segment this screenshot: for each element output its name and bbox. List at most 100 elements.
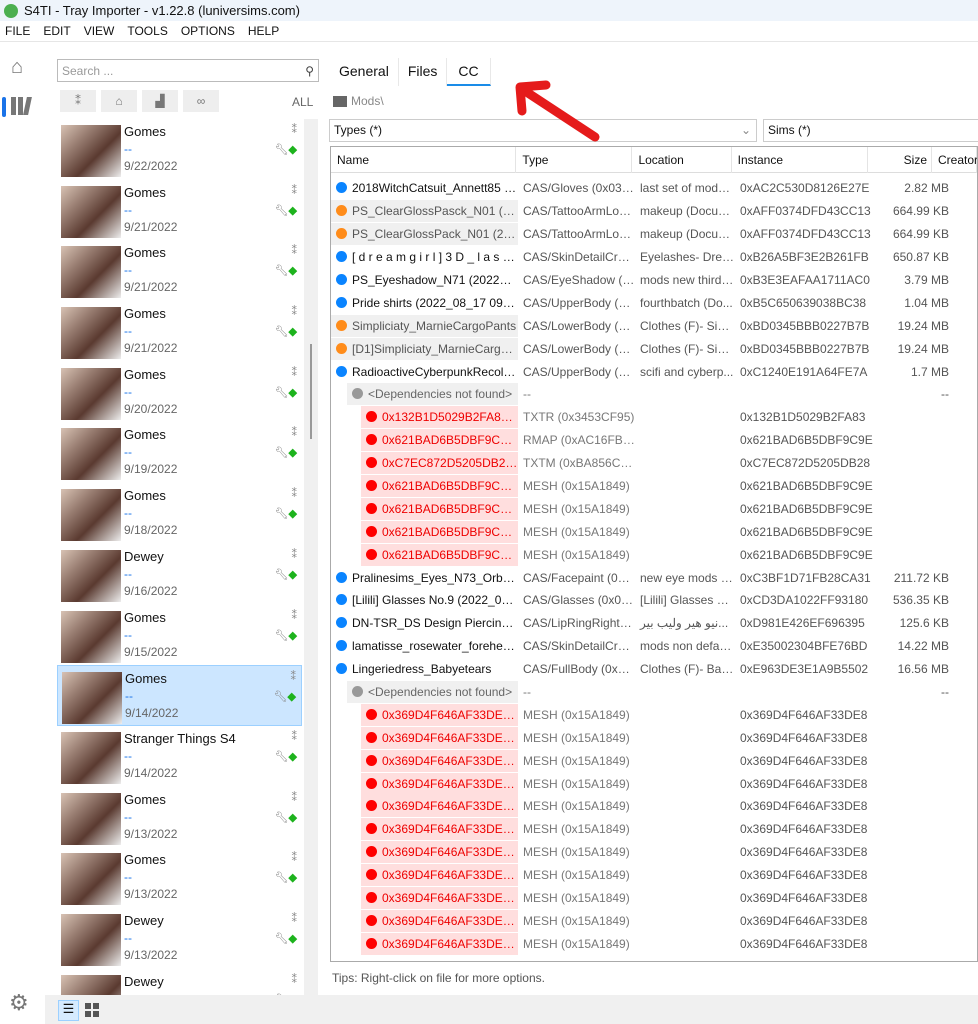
sim-creator[interactable]: --: [124, 445, 132, 459]
sim-creator[interactable]: --: [124, 263, 132, 277]
home-icon[interactable]: ⌂: [11, 57, 31, 77]
settings-gear-icon[interactable]: ⚙: [9, 990, 29, 1016]
sim-list-item[interactable]: Gomes -- 9/15/2022 ⁑ 🔧︎◆: [57, 605, 302, 666]
missing-dependency-row[interactable]: 0x369D4F646AF33DE8.0... MESH (0x15A1849)…: [331, 772, 977, 795]
filter-rooms-button[interactable]: ▟: [142, 90, 178, 112]
tab-cc[interactable]: CC: [447, 58, 491, 86]
sim-list-item[interactable]: Gomes -- 9/18/2022 ⁑ 🔧︎◆: [57, 483, 302, 544]
sim-list-scrollbar[interactable]: [304, 119, 318, 995]
missing-dependency-row[interactable]: 0x621BAD6B5DBF9C9E.... MESH (0x15A1849) …: [331, 497, 977, 520]
sim-list-item[interactable]: Gomes -- 9/19/2022 ⁑ 🔧︎◆: [57, 422, 302, 483]
table-row[interactable]: Pralinesims_Eyes_N73_Orb (20... CAS/Face…: [331, 566, 977, 589]
missing-dependency-row[interactable]: 0x369D4F646AF33DE8.0... MESH (0x15A1849)…: [331, 795, 977, 818]
sim-creator[interactable]: --: [124, 324, 132, 338]
missing-dependency-row[interactable]: 0x621BAD6B5DBF9C9E.... MESH (0x15A1849) …: [331, 475, 977, 498]
sim-list-item[interactable]: Gomes -- 9/21/2022 ⁑ 🔧︎◆: [57, 301, 302, 362]
sim-list-item[interactable]: Gomes -- 9/21/2022 ⁑ 🔧︎◆: [57, 240, 302, 301]
sim-creator[interactable]: --: [124, 567, 132, 581]
sim-creator[interactable]: --: [124, 810, 132, 824]
tab-general[interactable]: General: [330, 58, 399, 86]
sim-list-item[interactable]: Gomes -- 9/20/2022 ⁑ 🔧︎◆: [57, 362, 302, 423]
missing-dependency-row[interactable]: 0x369D4F646AF33DE8.0... MESH (0x15A1849)…: [331, 932, 977, 955]
sims-dropdown[interactable]: Sims (*): [763, 119, 978, 142]
filter-households-button[interactable]: ⁑: [60, 90, 96, 112]
table-row[interactable]: [D1]Simpliciaty_MarnieCargoPa... CAS/Low…: [331, 337, 977, 360]
breadcrumb-path[interactable]: Mods\: [351, 94, 384, 108]
sim-list-item[interactable]: Gomes -- 9/13/2022 ⁑ 🔧︎◆: [57, 847, 302, 908]
sim-creator[interactable]: --: [124, 142, 132, 156]
table-row[interactable]: Simpliciaty_MarnieCargoPants CAS/LowerBo…: [331, 314, 977, 337]
missing-dependency-row[interactable]: 0x621BAD6B5DBF9C9E.... MESH (0x15A1849) …: [331, 520, 977, 543]
table-row[interactable]: PS_ClearGlossPasck_N01 (202... CAS/Tatto…: [331, 200, 977, 223]
missing-dependency-row[interactable]: 0x369D4F646AF33DE8.0... MESH (0x15A1849)…: [331, 749, 977, 772]
sim-list-item[interactable]: Dewey -- 9/13/2022 ⁑ 🔧︎◆: [57, 908, 302, 969]
filter-all-label[interactable]: ALL: [292, 95, 313, 109]
col-location[interactable]: Location: [632, 147, 732, 173]
missing-dependency-row[interactable]: 0x369D4F646AF33DE8.0... MESH (0x15A1849)…: [331, 726, 977, 749]
sim-creator[interactable]: --: [124, 749, 132, 763]
sim-creator[interactable]: --: [124, 203, 132, 217]
missing-dependency-row[interactable]: 0x369D4F646AF33DE8.0... MESH (0x15A1849)…: [331, 818, 977, 841]
cell-type: MESH (0x15A1849): [523, 776, 630, 791]
col-instance[interactable]: Instance: [732, 147, 869, 173]
search-input[interactable]: Search ... ⚲: [57, 59, 319, 82]
menu-edit[interactable]: EDIT: [43, 24, 70, 38]
sim-creator[interactable]: --: [124, 870, 132, 884]
cell-size: --: [941, 387, 949, 402]
sim-list-item[interactable]: Gomes -- 9/21/2022 ⁑ 🔧︎◆: [57, 180, 302, 241]
missing-dependency-row[interactable]: 0x369D4F646AF33DE8.0... MESH (0x15A1849)…: [331, 841, 977, 864]
sim-list-item[interactable]: Gomes -- 9/22/2022 ⁑ 🔧︎◆: [57, 119, 302, 180]
list-view-icon[interactable]: ☰: [58, 1000, 79, 1021]
search-icon[interactable]: ⚲: [305, 64, 314, 78]
filter-lots-button[interactable]: ⌂: [101, 90, 137, 112]
missing-dependency-row[interactable]: 0x369D4F646AF33DE8.0... MESH (0x15A1849)…: [331, 909, 977, 933]
grid-view-icon[interactable]: [85, 1003, 99, 1017]
table-row[interactable]: PS_Eyeshadow_N71 (2022_08... CAS/EyeShad…: [331, 269, 977, 292]
table-row[interactable]: 2018WitchCatsuit_Annett85 (20... CAS/Glo…: [331, 177, 977, 200]
col-type[interactable]: Type: [516, 147, 633, 173]
sim-list-item[interactable]: Dewey -- ⁑ 🔧︎◆: [57, 969, 302, 995]
dependency-group-row[interactable]: <Dependencies not found> -- --: [331, 383, 977, 406]
menu-tools[interactable]: TOOLS: [127, 24, 167, 38]
sim-creator[interactable]: --: [124, 506, 132, 520]
missing-dependency-row[interactable]: 0x132B1D5029B2FA83.0... TXTR (0x3453CF95…: [331, 406, 977, 429]
table-row[interactable]: lamatisse_rosewater_forehead (... CAS/Sk…: [331, 635, 977, 658]
sim-list-item[interactable]: Gomes -- 9/13/2022 ⁑ 🔧︎◆: [57, 787, 302, 848]
menu-help[interactable]: HELP: [248, 24, 279, 38]
missing-dependency-row[interactable]: 0x369D4F646AF33DE8.0... MESH (0x15A1849)…: [331, 887, 977, 910]
col-size[interactable]: Size: [868, 147, 932, 173]
sim-creator[interactable]: --: [124, 628, 132, 642]
table-row[interactable]: [Lilili] Glasses No.9 (2022_08_1... CAS/…: [331, 589, 977, 612]
scrollbar-thumb[interactable]: [310, 344, 312, 439]
menu-file[interactable]: FILE: [5, 24, 30, 38]
sim-creator[interactable]: --: [125, 689, 133, 703]
sim-list-item[interactable]: Dewey -- 9/16/2022 ⁑ 🔧︎◆: [57, 544, 302, 605]
missing-dependency-row[interactable]: 0x369D4F646AF33DE8.0... MESH (0x15A1849)…: [331, 703, 977, 726]
missing-dependency-row[interactable]: 0xC7EC872D5205DB28.0... TXTM (0xBA856C78…: [331, 452, 977, 475]
table-row[interactable]: Lingeriedress_Babyetears CAS/FullBody (0…: [331, 658, 977, 681]
col-creator[interactable]: Creator: [932, 147, 977, 173]
table-row[interactable]: DN-TSR_DS Design Piercing (2... CAS/LipR…: [331, 612, 977, 635]
menu-view[interactable]: VIEW: [84, 24, 115, 38]
cell-name: lamatisse_rosewater_forehead (...: [352, 639, 518, 654]
library-icon[interactable]: [11, 97, 32, 115]
cell-location: نيو هير وليب بير...: [640, 616, 729, 631]
tab-files[interactable]: Files: [399, 58, 448, 86]
table-row[interactable]: Pride shirts (2022_08_17 09_31... CAS/Up…: [331, 291, 977, 314]
sim-list-item[interactable]: Gomes -- 9/14/2022 ⁑ 🔧︎◆: [57, 665, 302, 726]
menu-options[interactable]: OPTIONS: [181, 24, 235, 38]
sim-creator[interactable]: --: [124, 931, 132, 945]
sim-list-item[interactable]: Stranger Things S4 -- 9/14/2022 ⁑ 🔧︎◆: [57, 726, 302, 787]
table-row[interactable]: [ d r e a m g i r l ] 3 D _ l a s h e s.…: [331, 246, 977, 269]
missing-dependency-row[interactable]: 0x621BAD6B5DBF9C9E.... RMAP (0xAC16FBEC)…: [331, 429, 977, 452]
tag-icon: ◆: [288, 204, 297, 217]
col-name[interactable]: Name: [331, 147, 517, 173]
missing-dependency-row[interactable]: 0x621BAD6B5DBF9C9E.... MESH (0x15A1849) …: [331, 543, 977, 566]
sim-creator[interactable]: --: [124, 385, 132, 399]
household-icon: ⁑: [291, 730, 298, 743]
table-row[interactable]: PS_ClearGlossPack_N01 (2022... CAS/Tatto…: [331, 223, 977, 246]
filter-all-types-button[interactable]: ∞: [183, 90, 219, 112]
dependency-group-row[interactable]: <Dependencies not found> -- --: [331, 681, 977, 704]
table-row[interactable]: RadioactiveCyberpunkRecolors... CAS/Uppe…: [331, 360, 977, 383]
missing-dependency-row[interactable]: 0x369D4F646AF33DE8.0... MESH (0x15A1849)…: [331, 864, 977, 887]
